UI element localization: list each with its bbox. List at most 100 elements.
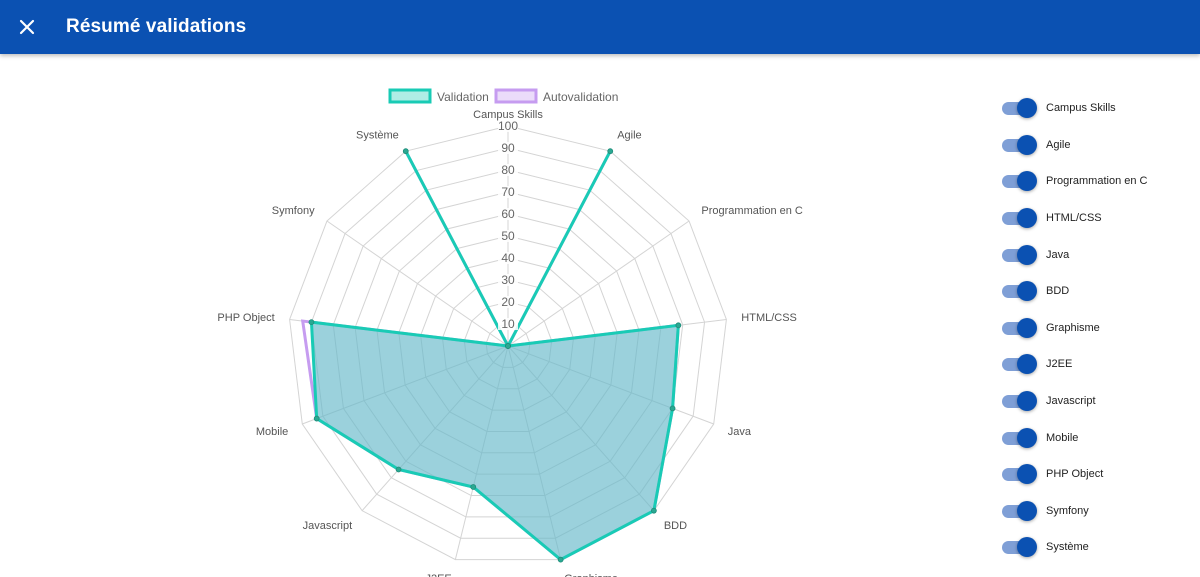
toggle-label: PHP Object [1046, 468, 1104, 481]
toggle-row: Symfony [1000, 493, 1190, 530]
skill-toggle-switch[interactable] [1000, 97, 1038, 119]
data-point [505, 343, 511, 349]
app-bar: Résumé validations [0, 0, 1200, 54]
category-label: Campus Skills [473, 109, 543, 121]
toggle-label: Graphisme [1046, 321, 1100, 334]
toggle-label: Mobile [1046, 431, 1079, 444]
series-validation [308, 148, 682, 563]
close-icon [19, 19, 35, 35]
skill-toggle-switch[interactable] [1000, 207, 1038, 229]
skill-toggle-switch[interactable] [1000, 463, 1038, 485]
toggle-row: Mobile [1000, 419, 1190, 456]
category-label: Programmation en C [701, 205, 803, 217]
toggle-label: Java [1046, 248, 1070, 261]
data-point [669, 405, 676, 412]
series-area [309, 150, 680, 562]
tick-label: 30 [501, 273, 515, 287]
switch-thumb [1017, 354, 1037, 375]
legend-label: Autovalidation [543, 90, 618, 104]
category-label: Agile [617, 129, 641, 141]
skill-toggle-switch[interactable] [1000, 536, 1038, 558]
toggle-row: BDD [1000, 273, 1190, 310]
skill-toggle-switch[interactable] [1000, 244, 1038, 266]
switch-thumb [1017, 244, 1037, 265]
tick-label: 100 [498, 119, 518, 133]
legend-item-autovalidation[interactable]: Autovalidation [494, 88, 618, 104]
toggle-row: PHP Object [1000, 456, 1190, 493]
category-label: Mobile [256, 426, 288, 438]
switch-thumb [1017, 208, 1037, 229]
category-label: Javascript [303, 520, 353, 532]
legend-label: Validation [437, 90, 489, 104]
toggle-row: Agile [1000, 127, 1190, 164]
skill-toggle-switch[interactable] [1000, 390, 1038, 412]
data-point [675, 322, 682, 329]
legend-swatch [494, 88, 538, 104]
legend-item-validation[interactable]: Validation [388, 88, 489, 104]
skill-toggle-switch[interactable] [1000, 317, 1038, 339]
skill-toggle-switch[interactable] [1000, 353, 1038, 375]
data-point [650, 507, 657, 514]
category-label: J2EE [425, 573, 451, 577]
tick-label: 10 [501, 317, 515, 331]
toggle-label: Campus Skills [1046, 102, 1116, 115]
skill-toggle-switch[interactable] [1000, 427, 1038, 449]
switch-thumb [1017, 500, 1037, 521]
switch-thumb [1017, 281, 1037, 302]
tick-label: 90 [501, 141, 515, 155]
data-point [607, 148, 614, 155]
toggle-row: Campus Skills [1000, 90, 1190, 127]
data-point [395, 466, 402, 473]
switch-thumb [1017, 171, 1037, 192]
toggle-row: J2EE [1000, 346, 1190, 383]
toggle-label: BDD [1046, 285, 1070, 298]
category-label: PHP Object [217, 312, 274, 324]
tick-label: 80 [501, 163, 515, 177]
radar-chart-container: 10 20 30 40 50 60 70 80 90 100 Campus Skills Agile P… [0, 54, 980, 577]
category-label: Système [356, 129, 399, 141]
toggle-row: Java [1000, 236, 1190, 273]
switch-thumb [1017, 464, 1037, 485]
legend-swatch [388, 88, 432, 104]
toggle-row: Système [1000, 529, 1190, 566]
tick-label: 40 [501, 251, 515, 265]
switch-thumb [1017, 98, 1037, 119]
switch-thumb [1017, 537, 1037, 558]
page-title: Résumé validations [66, 16, 247, 37]
data-point [308, 319, 315, 326]
close-button[interactable] [0, 0, 54, 54]
toggle-row: Graphisme [1000, 310, 1190, 347]
skill-toggle-switch[interactable] [1000, 500, 1038, 522]
data-point [557, 556, 564, 563]
tick-label: 50 [501, 229, 515, 243]
category-label: Java [728, 426, 752, 438]
skill-toggle-switch[interactable] [1000, 280, 1038, 302]
toggle-row: Javascript [1000, 383, 1190, 420]
tick-label: 60 [501, 207, 515, 221]
chart-legend: Validation Autovalidation [388, 88, 618, 104]
toggle-label: Agile [1046, 138, 1071, 151]
data-point [402, 148, 409, 155]
toggle-label: Programmation en C [1046, 175, 1148, 188]
category-label: Symfony [272, 205, 315, 217]
skill-toggle-switch[interactable] [1000, 134, 1038, 156]
toggle-row: Programmation en C [1000, 163, 1190, 200]
skill-toggle-list: Campus Skills Agile Programmation en C HTML… [1000, 90, 1190, 566]
skill-toggle-switch[interactable] [1000, 170, 1038, 192]
tick-label: 20 [501, 295, 515, 309]
toggle-label: Système [1046, 541, 1089, 554]
data-point [313, 415, 320, 422]
toggle-label: J2EE [1046, 358, 1073, 371]
switch-thumb [1017, 427, 1037, 448]
toggle-label: Symfony [1046, 504, 1089, 517]
category-label: BDD [664, 520, 687, 532]
category-label: Graphisme [564, 573, 618, 577]
radar-chart: 10 20 30 40 50 60 70 80 90 100Campus Skills Agile P… [217, 88, 803, 577]
toggle-label: HTML/CSS [1046, 212, 1102, 225]
switch-thumb [1017, 391, 1037, 412]
data-point [470, 484, 477, 490]
tick-label: 70 [501, 185, 515, 199]
toggle-label: Javascript [1046, 395, 1096, 408]
switch-thumb [1017, 317, 1037, 338]
category-label: HTML/CSS [741, 312, 797, 324]
